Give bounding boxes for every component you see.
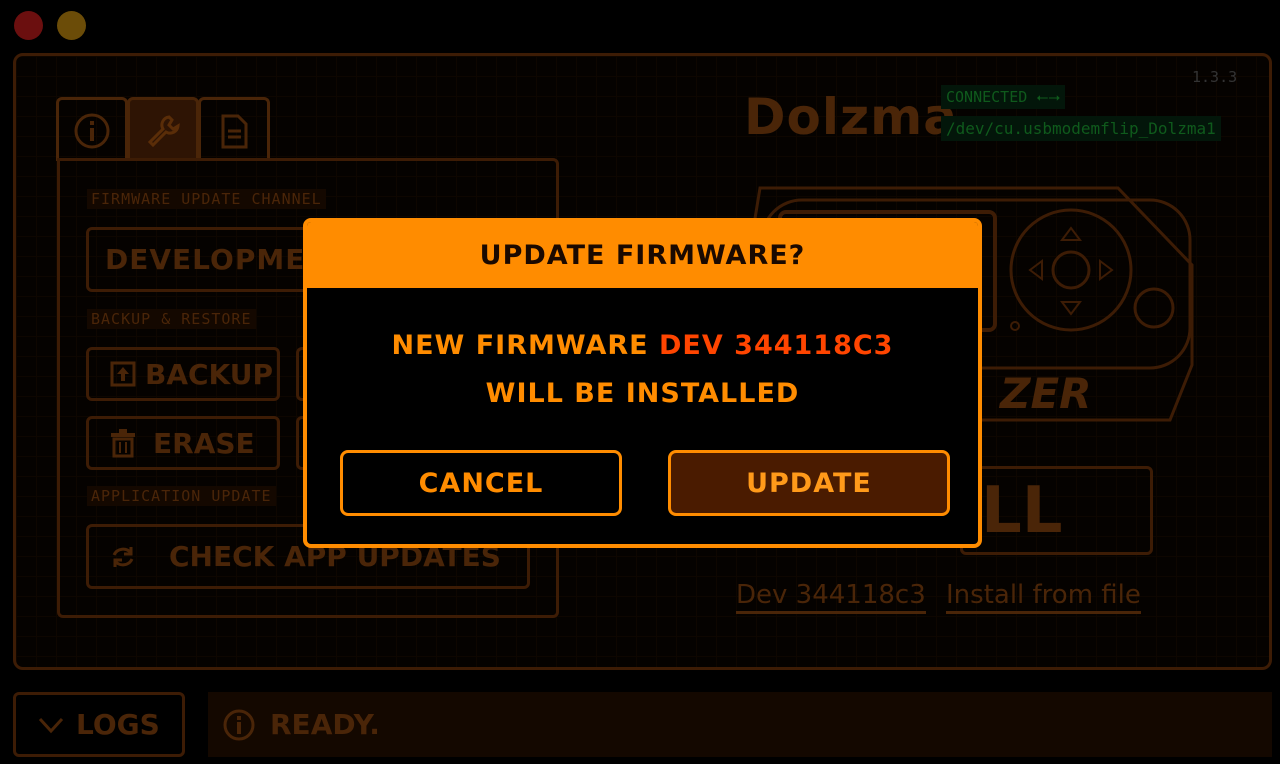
window-minimize-button[interactable] xyxy=(57,11,86,40)
update-button[interactable]: UPDATE xyxy=(668,450,950,516)
backup-restore-label: BACKUP & RESTORE xyxy=(87,309,256,329)
trash-icon xyxy=(111,429,135,458)
dev-version-link[interactable]: Dev 344118c3 xyxy=(736,580,926,614)
tab-tools[interactable] xyxy=(127,97,199,161)
file-icon xyxy=(221,114,248,148)
logs-label: LOGS xyxy=(76,708,160,741)
app-version: 1.3.3 xyxy=(1192,68,1238,86)
status-text: READY. xyxy=(270,708,380,741)
dialog-message-line1: NEW FIRMWARE DEV 344118C3 xyxy=(307,330,978,364)
status-bar: READY. xyxy=(208,692,1272,757)
dialog-message-prefix: NEW FIRMWARE xyxy=(391,330,659,361)
usb-icon: ⭠⭢ xyxy=(1036,88,1061,106)
info-icon xyxy=(223,709,255,740)
logs-button[interactable]: LOGS xyxy=(13,692,185,757)
app-logo: Dolzma xyxy=(744,88,958,146)
dialog-title: UPDATE FIRMWARE? xyxy=(307,222,978,288)
connection-port: /dev/cu.usbmodemflip_Dolzma1 xyxy=(941,116,1221,141)
erase-label: ERASE xyxy=(153,426,255,460)
connection-status-label: CONNECTED xyxy=(946,88,1028,106)
firmware-version: DEV 344118C3 xyxy=(659,330,894,361)
update-firmware-dialog: UPDATE FIRMWARE? NEW FIRMWARE DEV 344118… xyxy=(303,218,982,548)
info-icon xyxy=(74,113,110,148)
backup-button[interactable]: BACKUP xyxy=(86,347,280,401)
tab-files[interactable] xyxy=(198,97,270,161)
tab-info[interactable] xyxy=(56,97,128,161)
device-brand-fragment: ZER xyxy=(998,369,1092,418)
refresh-icon xyxy=(112,546,134,567)
connection-status: CONNECTED ⭠⭢ xyxy=(941,85,1066,109)
firmware-channel-label: FIRMWARE UPDATE CHANNEL xyxy=(87,189,326,209)
backup-label: BACKUP xyxy=(145,357,274,391)
backup-icon xyxy=(110,361,136,387)
install-from-file-link[interactable]: Install from file xyxy=(946,580,1141,614)
cancel-button[interactable]: CANCEL xyxy=(340,450,622,516)
firmware-channel-select[interactable]: DEVELOPMEN xyxy=(86,227,329,292)
application-update-label: APPLICATION UPDATE xyxy=(87,486,276,506)
install-button[interactable]: LL xyxy=(960,466,1153,555)
chevron-down-icon xyxy=(38,717,64,733)
erase-button[interactable]: ERASE xyxy=(86,416,280,470)
window-close-button[interactable] xyxy=(14,11,43,40)
dialog-message-line2: WILL BE INSTALLED xyxy=(485,378,800,409)
dialog-body: NEW FIRMWARE DEV 344118C3 WILL BE INSTAL… xyxy=(307,330,978,412)
wrench-icon xyxy=(147,114,180,147)
